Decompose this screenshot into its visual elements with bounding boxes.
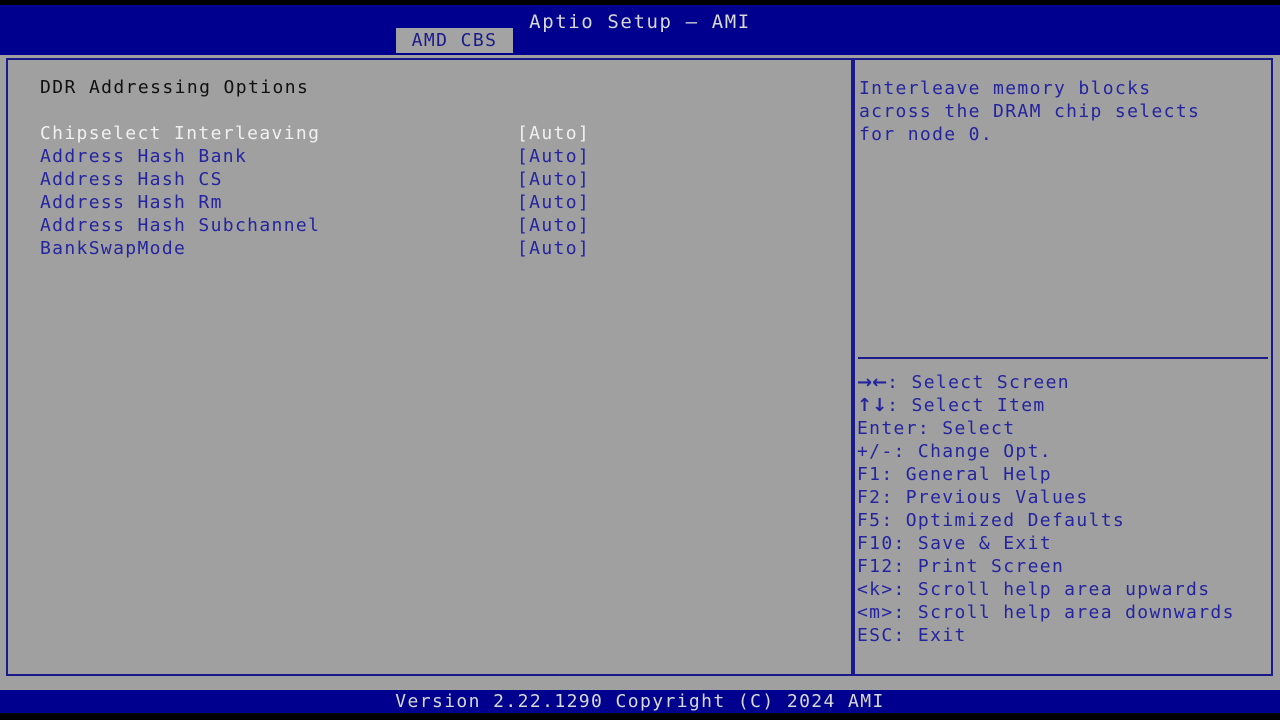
key-legend-item: Enter: Select — [857, 418, 1016, 439]
options-list: Chipselect Interleaving [Auto] Address Has… — [8, 122, 851, 260]
option-label: Address Hash Bank — [40, 146, 248, 167]
option-label: Address Hash Rm — [40, 192, 223, 213]
tab-amd-cbs[interactable]: AMD CBS — [396, 28, 513, 53]
key-legend: →←: Select Screen ↑↓: Select Item Enter: S… — [855, 371, 1271, 647]
help-description: Interleave memory blocks across the DRAM … — [855, 77, 1271, 146]
option-value[interactable]: [Auto] — [517, 168, 590, 191]
option-value[interactable]: [Auto] — [517, 237, 590, 260]
key-legend-item: <k>: Scroll help area upwards — [857, 579, 1211, 600]
option-row[interactable]: BankSwapMode [Auto] — [8, 237, 851, 260]
version-text: Version 2.22.1290 Copyright (C) 2024 AMI — [395, 691, 885, 712]
screen-bezel-bottom — [0, 713, 1280, 720]
arrow-key-icon: ↑↓ — [857, 395, 888, 416]
help-panel: Interleave memory blocks across the DRAM … — [853, 58, 1273, 676]
key-legend-item: ESC: Exit — [857, 625, 967, 646]
page-title: DDR Addressing Options — [40, 77, 310, 98]
option-value[interactable]: [Auto] — [517, 145, 590, 168]
key-legend-item: F10: Save & Exit — [857, 533, 1052, 554]
option-row[interactable]: Address Hash Rm [Auto] — [8, 191, 851, 214]
option-row[interactable]: Chipselect Interleaving [Auto] — [8, 122, 851, 145]
key-legend-item: F12: Print Screen — [857, 556, 1065, 577]
key-legend-item: →←: Select Screen — [855, 371, 1271, 394]
help-line: across the DRAM chip selects — [859, 101, 1201, 122]
key-legend-item: F1: General Help — [857, 464, 1052, 485]
option-value[interactable]: [Auto] — [517, 122, 590, 145]
option-row[interactable]: Address Hash Subchannel [Auto] — [8, 214, 851, 237]
key-legend-label: : Select Item — [887, 395, 1046, 416]
option-label: BankSwapMode — [40, 238, 187, 259]
key-legend-item: <m>: Scroll help area downwards — [857, 602, 1235, 623]
arrow-key-icon: →← — [857, 372, 888, 393]
option-row[interactable]: Address Hash Bank [Auto] — [8, 145, 851, 168]
key-legend-item: F5: Optimized Defaults — [857, 510, 1126, 531]
help-line: Interleave memory blocks — [859, 78, 1152, 99]
tab-strip: AMD CBS — [0, 28, 1280, 55]
option-label: Chipselect Interleaving — [40, 123, 321, 144]
key-legend-item: F2: Previous Values — [857, 487, 1089, 508]
key-legend-item: ↑↓: Select Item — [855, 394, 1271, 417]
help-line: for node 0. — [859, 124, 994, 145]
option-value[interactable]: [Auto] — [517, 191, 590, 214]
settings-panel: DDR Addressing Options Chipselect Interl… — [6, 58, 853, 676]
key-legend-label: : Select Screen — [887, 372, 1070, 393]
key-legend-item: +/-: Change Opt. — [857, 441, 1052, 462]
option-row[interactable]: Address Hash CS [Auto] — [8, 168, 851, 191]
status-bar: Version 2.22.1290 Copyright (C) 2024 AMI — [0, 690, 1280, 713]
bios-setup-screen: Aptio Setup – AMI AMD CBS DDR Addressing… — [0, 0, 1280, 720]
help-divider — [858, 357, 1268, 359]
option-value[interactable]: [Auto] — [517, 214, 590, 237]
option-label: Address Hash Subchannel — [40, 215, 321, 236]
option-label: Address Hash CS — [40, 169, 223, 190]
